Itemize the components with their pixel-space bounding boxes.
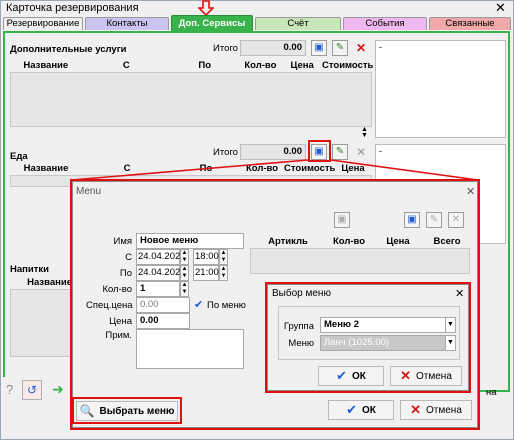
menu-add-item-button[interactable]: ▣ xyxy=(404,212,420,228)
magnifier-icon: 🔍 xyxy=(79,404,95,418)
menu-select-value: Ланч (1025.00) xyxy=(321,336,445,350)
menu-move-button[interactable]: ▣ xyxy=(334,212,350,228)
menu-note-textarea[interactable] xyxy=(136,329,244,369)
to-label: По xyxy=(119,268,132,279)
to-date-spinner[interactable]: ▲ ▼ xyxy=(180,265,189,281)
checkmark-icon: ✔ xyxy=(336,368,347,383)
choose-cancel-button[interactable]: ✕ Отмена xyxy=(390,366,462,386)
qty-input[interactable]: 1 xyxy=(136,281,180,297)
column-header[interactable]: Всего xyxy=(424,236,470,247)
cancel-label: Отмена xyxy=(416,370,452,382)
qty-label: Кол-во xyxy=(102,284,132,295)
choose-menu-button[interactable]: 🔍 Выбрать меню xyxy=(76,401,178,421)
menu-edit-item-button[interactable]: ✎ xyxy=(426,212,442,228)
menu-items-grid-header: Артикль Кол-во Цена Всего xyxy=(250,236,470,247)
name-label: Имя xyxy=(113,236,132,247)
menu-ok-button[interactable]: ✔ ОК xyxy=(328,400,394,420)
choose-dialog-title: Выбор меню xyxy=(272,288,331,299)
menu-dialog-title: Menu xyxy=(76,186,102,197)
note-label: Прим. xyxy=(105,330,132,341)
exit-icon[interactable]: ➜ xyxy=(52,381,64,398)
price-input[interactable]: 0.00 xyxy=(136,313,190,329)
choose-ok-button[interactable]: ✔ ОК xyxy=(318,366,384,386)
from-date-input[interactable]: 24.04.2023 xyxy=(136,249,186,265)
column-header[interactable]: Цена xyxy=(372,236,424,247)
choose-dialog-panel xyxy=(278,306,460,360)
by-menu-checkbox[interactable]: ✔ xyxy=(194,298,203,311)
from-time-input[interactable]: 18:00 xyxy=(193,249,219,265)
from-label: С xyxy=(125,252,132,263)
choose-dialog-close-icon[interactable]: ✕ xyxy=(455,287,464,300)
menu-delete-item-button[interactable]: ✕ xyxy=(448,212,464,228)
group-label: Группа xyxy=(283,321,314,332)
from-time-spinner[interactable]: ▲ ▼ xyxy=(219,249,228,265)
by-menu-label: По меню xyxy=(207,300,246,311)
group-select[interactable]: Меню 2 ▼ xyxy=(320,317,456,333)
column-header[interactable]: Кол-во xyxy=(326,236,372,247)
menu-name-input[interactable]: Новое меню xyxy=(136,233,244,249)
column-header[interactable]: Артикль xyxy=(250,236,326,247)
menu-dialog-close-icon[interactable]: ✕ xyxy=(466,185,475,198)
to-time-input[interactable]: 21:00 xyxy=(193,265,219,281)
special-price-input[interactable]: 0.00 xyxy=(136,297,190,313)
choose-menu-label: Выбрать меню xyxy=(99,405,175,417)
partial-button-label: на xyxy=(486,387,497,398)
checkmark-icon: ✔ xyxy=(346,402,357,417)
to-time-spinner[interactable]: ▲ ▼ xyxy=(219,265,228,281)
menu-select[interactable]: Ланч (1025.00) ▼ xyxy=(320,335,456,351)
qty-spinner[interactable]: ▲ ▼ xyxy=(180,281,189,297)
menu-items-grid-body[interactable] xyxy=(250,248,470,274)
cancel-label: Отмена xyxy=(426,404,462,416)
cancel-x-icon: ✕ xyxy=(400,368,411,383)
menu-label: Меню xyxy=(288,338,314,349)
ok-label: ОК xyxy=(352,370,366,382)
price-label: Цена xyxy=(109,316,132,327)
help-icon[interactable]: ? xyxy=(6,382,13,397)
chevron-down-icon[interactable]: ▼ xyxy=(445,318,455,332)
cancel-x-icon: ✕ xyxy=(410,402,421,417)
ok-label: ОК xyxy=(362,404,376,416)
to-date-input[interactable]: 24.04.2023 xyxy=(136,265,186,281)
chevron-down-icon[interactable]: ▼ xyxy=(445,336,455,350)
special-price-label: Спец.цена xyxy=(86,300,133,311)
group-select-value: Меню 2 xyxy=(324,319,359,330)
history-icon[interactable]: ↺ xyxy=(22,380,42,400)
from-date-spinner[interactable]: ▲ ▼ xyxy=(180,249,189,265)
menu-cancel-button[interactable]: ✕ Отмена xyxy=(400,400,472,420)
